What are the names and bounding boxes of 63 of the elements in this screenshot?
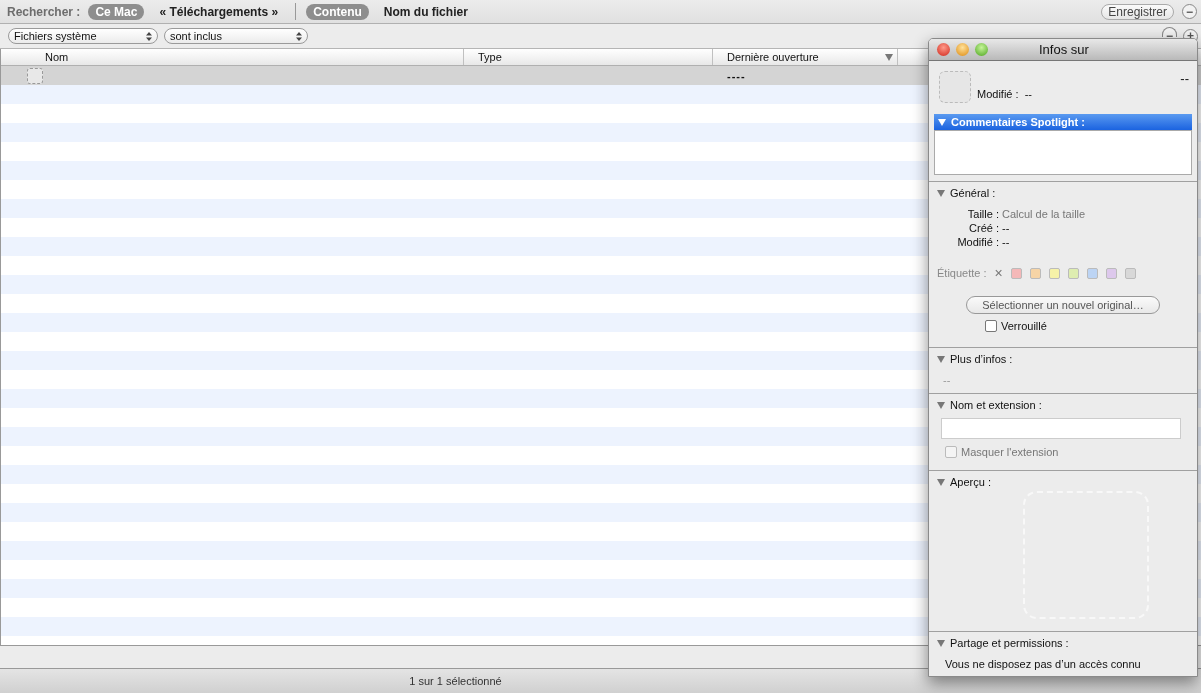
disclosure-triangle-icon[interactable] xyxy=(937,478,945,486)
scope-button[interactable]: « Téléchargements » xyxy=(152,3,286,20)
disclosure-triangle-icon[interactable] xyxy=(937,639,945,647)
tag-swatch[interactable] xyxy=(1086,267,1098,279)
tag-swatch[interactable] xyxy=(1105,267,1117,279)
section-header[interactable]: Plus d’infos : xyxy=(937,352,1189,366)
field-value: Calcul de la taille xyxy=(1002,207,1086,221)
search-label: Rechercher : xyxy=(7,4,81,19)
file-icon xyxy=(27,67,43,84)
tag-swatch[interactable] xyxy=(1048,267,1060,279)
section-header[interactable]: Commentaires Spotlight : xyxy=(934,114,1192,130)
section-title: Plus d’infos : xyxy=(950,352,1013,366)
criterion-button[interactable]: Nom du fichier xyxy=(376,3,475,20)
name-field[interactable] xyxy=(941,418,1181,439)
more-info-value: -- xyxy=(943,374,952,386)
section-header[interactable]: Nom et extension : xyxy=(937,398,1189,412)
section-title: Nom et extension : xyxy=(950,398,1042,412)
section-title: Général : xyxy=(950,186,996,200)
section-title: Commentaires Spotlight : xyxy=(951,115,1085,130)
disclosure-triangle-icon[interactable] xyxy=(937,401,945,409)
status-text: 1 sur 1 sélectionné xyxy=(409,675,502,687)
field-value: -- xyxy=(1002,235,1010,249)
tag-label: Étiquette : xyxy=(937,267,987,279)
minimize-button[interactable] xyxy=(956,43,969,56)
locked-checkbox[interactable]: Verrouillé xyxy=(985,320,1047,332)
operator-popup[interactable]: sont inclus xyxy=(164,28,308,44)
comments-field[interactable] xyxy=(934,130,1192,175)
disclosure-triangle-icon[interactable] xyxy=(938,118,946,126)
column-header[interactable]: Dernière ouverture xyxy=(713,49,898,65)
tag-swatch[interactable] xyxy=(1067,267,1079,279)
modified-text: Modifié : -- xyxy=(977,88,1033,100)
clear-tag-button[interactable]: × xyxy=(994,265,1003,281)
remove-rule-button[interactable]: − xyxy=(1162,27,1177,37)
tag-swatch[interactable] xyxy=(1010,267,1022,279)
section-header[interactable]: Aperçu : xyxy=(937,475,1189,489)
window-title: Infos sur xyxy=(1039,42,1089,57)
save-button[interactable]: Enregistrer xyxy=(1101,3,1174,20)
select-original-button[interactable]: Sélectionner un nouvel original… xyxy=(966,296,1160,314)
section-header[interactable]: Partage et permissions : xyxy=(937,636,1189,650)
remove-button[interactable]: − xyxy=(1182,4,1197,19)
zoom-button[interactable] xyxy=(975,43,988,56)
size-text: -- xyxy=(1180,71,1190,86)
tag-swatch[interactable] xyxy=(1124,267,1136,279)
tag-swatch[interactable] xyxy=(1029,267,1041,279)
column-header[interactable]: Type xyxy=(464,49,713,65)
disclosure-triangle-icon[interactable] xyxy=(937,355,945,363)
field-label: Modifié : xyxy=(956,235,999,249)
table-cell: ---- xyxy=(727,69,746,82)
stepper-arrows-icon xyxy=(146,31,152,41)
sharing-text: Vous ne disposez pas d’un accès connu xyxy=(945,658,1142,670)
field-label: Taille : xyxy=(966,207,999,221)
field-value: -- xyxy=(1002,221,1010,235)
close-button[interactable] xyxy=(937,43,950,56)
column-header[interactable]: Nom xyxy=(1,49,464,65)
section-title: Partage et permissions : xyxy=(950,636,1069,650)
sort-arrow-icon xyxy=(885,53,893,61)
section-header[interactable]: Général : xyxy=(937,186,1189,200)
file-icon xyxy=(939,71,971,103)
attribute-popup[interactable]: Fichiers système xyxy=(8,28,158,44)
section-title: Aperçu : xyxy=(950,475,991,489)
field-label: Créé : xyxy=(968,221,999,235)
stepper-arrows-icon xyxy=(296,31,302,41)
disclosure-triangle-icon[interactable] xyxy=(937,189,945,197)
